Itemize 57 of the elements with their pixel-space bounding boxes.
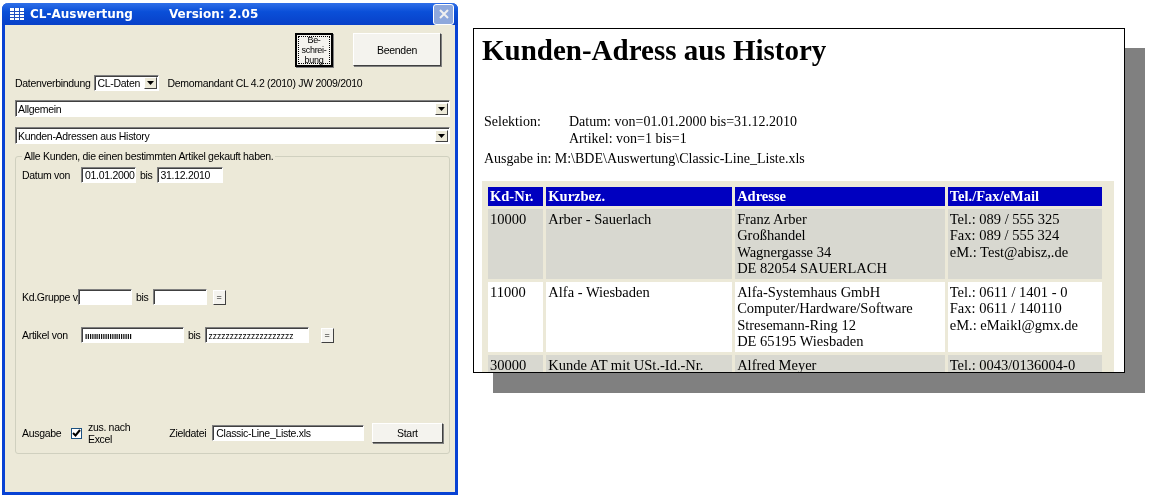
table-cell: Alfred Meyer	[735, 354, 945, 372]
selection-text: Datum: von=01.01.2000 bis=31.12.2010	[569, 113, 798, 130]
input-field[interactable]: 31.12.2010	[156, 167, 223, 183]
table-icon	[10, 8, 24, 20]
input-field[interactable]	[78, 289, 132, 305]
selection-text: Artikel: von=1 bis=1	[569, 130, 688, 147]
table-cell: Alfa-Systemhaus GmbH Computer/Hardware/Software Stresemann-Ring 12 DE 65195 Wiesbaden	[735, 281, 945, 352]
checkbox[interactable]	[70, 427, 82, 439]
picker-button[interactable]: =	[212, 289, 226, 305]
dropdown-arrow-icon	[147, 81, 155, 85]
dialog-button[interactable]: Beenden	[353, 33, 441, 66]
group-legend: Alle Kunden, die einen bestimmten Artikel gekauft haben.	[22, 150, 276, 162]
field-label: bis	[140, 169, 153, 181]
output-path: M:\BDE\Auswertung\Classic-Line_Liste.xls	[554, 151, 805, 166]
output-label: Ausgabe	[22, 427, 63, 439]
connection-label: Datenverbindung	[15, 77, 91, 89]
version-label: Version: 2.05	[168, 7, 259, 21]
input-field[interactable]: IIIIIIIIIIIIIIIIIIIII	[81, 327, 184, 343]
table-cell: Tel.: 089 / 555 325 Fax: 089 / 555 324 eM.: Test@abisz,.de	[947, 208, 1102, 279]
dropdown-arrow-icon	[438, 133, 445, 138]
table-cell: 10000	[488, 208, 544, 279]
picker-button[interactable]: =	[320, 327, 334, 343]
input-field[interactable]	[152, 289, 207, 305]
dropdown[interactable]: Kunden-Adressen aus History	[15, 127, 450, 144]
dialog-button[interactable]: Be- schrei- bung	[295, 33, 333, 67]
field-label: bis	[136, 291, 149, 303]
table-cell: 11000	[488, 281, 544, 352]
table-cell: Arber - Sauerlach	[546, 208, 733, 279]
table-cell: Kunde AT mit USt.-Id.-Nr.	[546, 354, 733, 372]
table-cell: Alfa - Wiesbaden	[546, 281, 733, 352]
table-cell: 30000	[488, 354, 544, 372]
report-title: Kunden-Adress aus History	[482, 33, 828, 67]
field-label: Datum von	[22, 169, 72, 181]
close-icon	[438, 9, 449, 19]
target-label: Zieldatei	[169, 427, 207, 439]
input-field[interactable]: 01.01.2000	[81, 167, 136, 183]
table-cell: Tel.: 0043/0136004-0	[947, 354, 1102, 372]
window-title: CL-Auswertung	[30, 7, 133, 21]
selection-label: Selektion:	[483, 113, 542, 131]
column-header: Kd-Nr.	[488, 187, 544, 206]
table-cell: Franz Arber Großhandel Wagnergasse 34 DE 82054 SAUERLACH	[735, 208, 945, 279]
dropdown-arrow-icon	[438, 106, 445, 111]
column-header: Tel./Fax/eMail	[947, 187, 1102, 206]
close-button[interactable]	[433, 3, 454, 25]
field-label: Artikel von	[22, 329, 69, 341]
start-button[interactable]: Start	[371, 423, 443, 443]
connection-dropdown[interactable]: CL-Daten	[94, 75, 160, 91]
dropdown[interactable]: Allgemein	[15, 100, 450, 117]
input-field[interactable]: Classic-Line_Liste.xls	[212, 425, 364, 441]
column-header: Kurzbez.	[546, 187, 733, 206]
table-cell: Tel.: 0611 / 1401 - 0 Fax: 0611 / 140110 eM.: eMaikl@gmx.de	[947, 281, 1102, 352]
client-info: Demomandant CL 4.2 (2010) JW 2009/2010	[167, 77, 363, 89]
column-header: Adresse	[735, 187, 945, 206]
field-label: bis	[188, 329, 201, 341]
checkbox-label: zus. nach Excel	[87, 421, 132, 445]
output-path-label: Ausgabe in:	[484, 151, 552, 166]
input-field[interactable]: zzzzzzzzzzzzzzzzzzzz	[204, 327, 309, 343]
